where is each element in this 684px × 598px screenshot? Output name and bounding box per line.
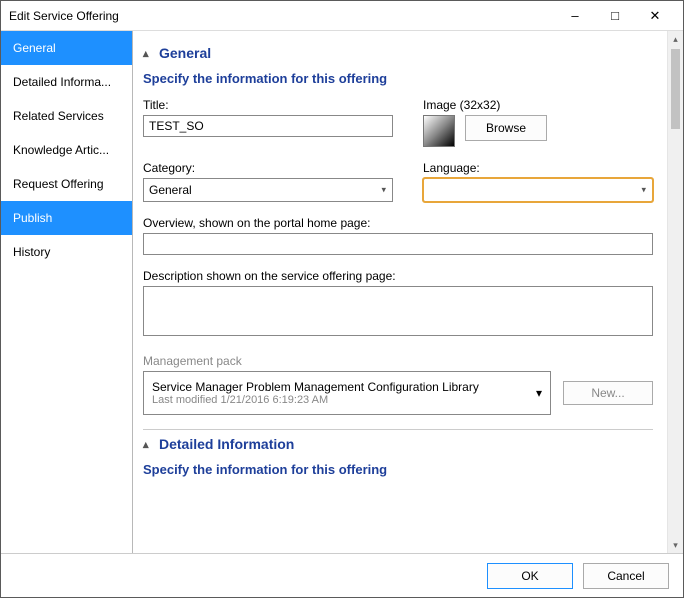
language-select[interactable]: ▾ xyxy=(423,178,653,202)
mp-lines: Service Manager Problem Management Confi… xyxy=(152,380,479,406)
chevron-up-icon: ▴ xyxy=(143,438,159,451)
image-block: Browse xyxy=(423,115,623,147)
window-title: Edit Service Offering xyxy=(9,9,555,23)
overview-input[interactable] xyxy=(143,233,653,255)
chevron-down-icon: ▾ xyxy=(641,185,646,196)
mp-name: Service Manager Problem Management Confi… xyxy=(152,380,479,394)
language-label: Language: xyxy=(423,161,653,175)
section-header-detailed[interactable]: ▴ Detailed Information xyxy=(143,430,653,458)
category-col: Category: General ▾ xyxy=(143,161,393,202)
category-label: Category: xyxy=(143,161,393,175)
row-title-image: Title: Image (32x32) Browse xyxy=(143,98,653,147)
chevron-up-icon: ▴ xyxy=(143,47,159,60)
window-controls: – □ ✕ xyxy=(555,2,675,30)
row-category-language: Category: General ▾ Language: ▾ xyxy=(143,161,653,202)
section-subtitle-detailed: Specify the information for this offerin… xyxy=(143,458,653,489)
scroll-thumb[interactable] xyxy=(671,49,680,129)
sidebar-item-related-services[interactable]: Related Services xyxy=(1,99,132,133)
sidebar-item-label: Knowledge Artic... xyxy=(13,143,109,157)
sidebar-item-label: Detailed Informa... xyxy=(13,75,111,89)
category-select[interactable]: General ▾ xyxy=(143,178,393,202)
mp-modified: Last modified 1/21/2016 6:19:23 AM xyxy=(152,394,479,406)
image-label: Image (32x32) xyxy=(423,98,623,112)
overview-label: Overview, shown on the portal home page: xyxy=(143,216,653,230)
section-header-general[interactable]: ▴ General xyxy=(143,39,653,67)
close-button[interactable]: ✕ xyxy=(635,2,675,30)
chevron-down-icon: ▾ xyxy=(536,386,542,400)
sidebar-item-detailed-information[interactable]: Detailed Informa... xyxy=(1,65,132,99)
mp-col: Management pack Service Manager Problem … xyxy=(143,354,551,415)
sidebar-item-publish[interactable]: Publish xyxy=(1,201,132,235)
sidebar-item-history[interactable]: History xyxy=(1,235,132,269)
sidebar: General Detailed Informa... Related Serv… xyxy=(1,31,133,553)
new-mp-button[interactable]: New... xyxy=(563,381,653,405)
sidebar-item-label: Request Offering xyxy=(13,177,104,191)
management-pack-select[interactable]: Service Manager Problem Management Confi… xyxy=(143,371,551,415)
mp-row: Management pack Service Manager Problem … xyxy=(143,354,653,415)
sidebar-item-label: Publish xyxy=(13,211,52,225)
sidebar-item-knowledge-articles[interactable]: Knowledge Artic... xyxy=(1,133,132,167)
minimize-button[interactable]: – xyxy=(555,2,595,30)
overview-block: Overview, shown on the portal home page: xyxy=(143,216,653,255)
sidebar-item-label: Related Services xyxy=(13,109,104,123)
section-subtitle: Specify the information for this offerin… xyxy=(143,67,653,98)
title-col: Title: xyxy=(143,98,393,147)
titlebar: Edit Service Offering – □ ✕ xyxy=(1,1,683,31)
cancel-button[interactable]: Cancel xyxy=(583,563,669,589)
mp-label: Management pack xyxy=(143,354,551,368)
title-label: Title: xyxy=(143,98,393,112)
description-label: Description shown on the service offerin… xyxy=(143,269,653,283)
maximize-button[interactable]: □ xyxy=(595,2,635,30)
scroll-area: ▴ General Specify the information for th… xyxy=(133,31,667,553)
section-title: Detailed Information xyxy=(159,436,294,452)
main-panel: ▴ General Specify the information for th… xyxy=(133,31,683,553)
description-input[interactable] xyxy=(143,286,653,336)
image-col: Image (32x32) Browse xyxy=(423,98,623,147)
description-block: Description shown on the service offerin… xyxy=(143,269,653,336)
image-preview-icon xyxy=(423,115,455,147)
sidebar-item-general[interactable]: General xyxy=(1,31,132,65)
sidebar-item-label: History xyxy=(13,245,50,259)
language-col: Language: ▾ xyxy=(423,161,653,202)
chevron-down-icon: ▾ xyxy=(381,185,386,196)
edit-service-offering-window: Edit Service Offering – □ ✕ General Deta… xyxy=(0,0,684,598)
scroll-up-icon[interactable]: ▴ xyxy=(668,31,683,47)
sidebar-item-request-offering[interactable]: Request Offering xyxy=(1,167,132,201)
window-body: General Detailed Informa... Related Serv… xyxy=(1,31,683,553)
category-value: General xyxy=(149,183,192,197)
browse-button[interactable]: Browse xyxy=(465,115,547,141)
sidebar-item-label: General xyxy=(13,41,56,55)
ok-button[interactable]: OK xyxy=(487,563,573,589)
scroll-down-icon[interactable]: ▾ xyxy=(668,537,683,553)
vertical-scrollbar[interactable]: ▴ ▾ xyxy=(667,31,683,553)
dialog-footer: OK Cancel xyxy=(1,553,683,597)
title-input[interactable] xyxy=(143,115,393,137)
section-title: General xyxy=(159,45,211,61)
